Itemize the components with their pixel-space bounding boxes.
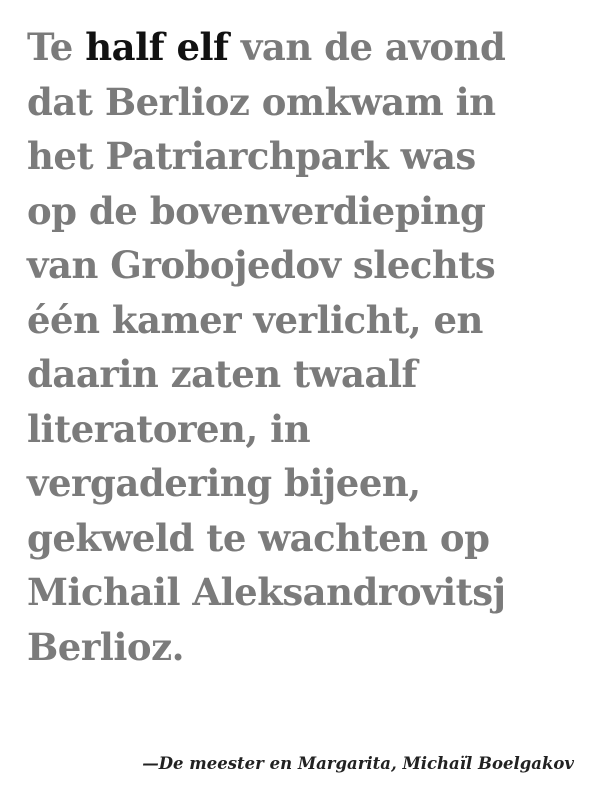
- quote-line-10: gekweld te wachten op: [27, 515, 490, 560]
- quote-line-2: dat Berlioz omkwam in: [27, 79, 496, 124]
- quote-line-1-end: van de avond: [228, 25, 506, 69]
- quote-line-6: één kamer verlicht, en: [27, 297, 483, 342]
- quote-line-4: op de bovenverdieping: [27, 188, 486, 233]
- quote-paragraph: Te half elf van de avond dat Berlioz omk…: [27, 20, 587, 674]
- quote-line-5: van Grobojedov slechts: [27, 243, 496, 287]
- quote-line-3: het Patriarchpark was: [27, 134, 476, 178]
- quote-line-8: literatoren, in: [27, 406, 311, 451]
- quote-line-12: Berlioz.: [27, 624, 185, 669]
- quote-line-9: vergadering bijeen,: [27, 461, 421, 505]
- document-page: Te half elf van de avond dat Berlioz omk…: [0, 0, 600, 800]
- quote-line-7: daarin zaten twaalf: [27, 352, 417, 396]
- quote-line-11: Michail Aleksandrovitsj: [27, 570, 506, 614]
- quote-line-1: Te half elf van de avond: [27, 20, 587, 75]
- quote-line-1-start: Te: [27, 25, 86, 69]
- quote-highlight: half elf: [85, 25, 229, 69]
- quote-attribution: —De meester en Margarita, Michaïl Boelga…: [142, 754, 574, 773]
